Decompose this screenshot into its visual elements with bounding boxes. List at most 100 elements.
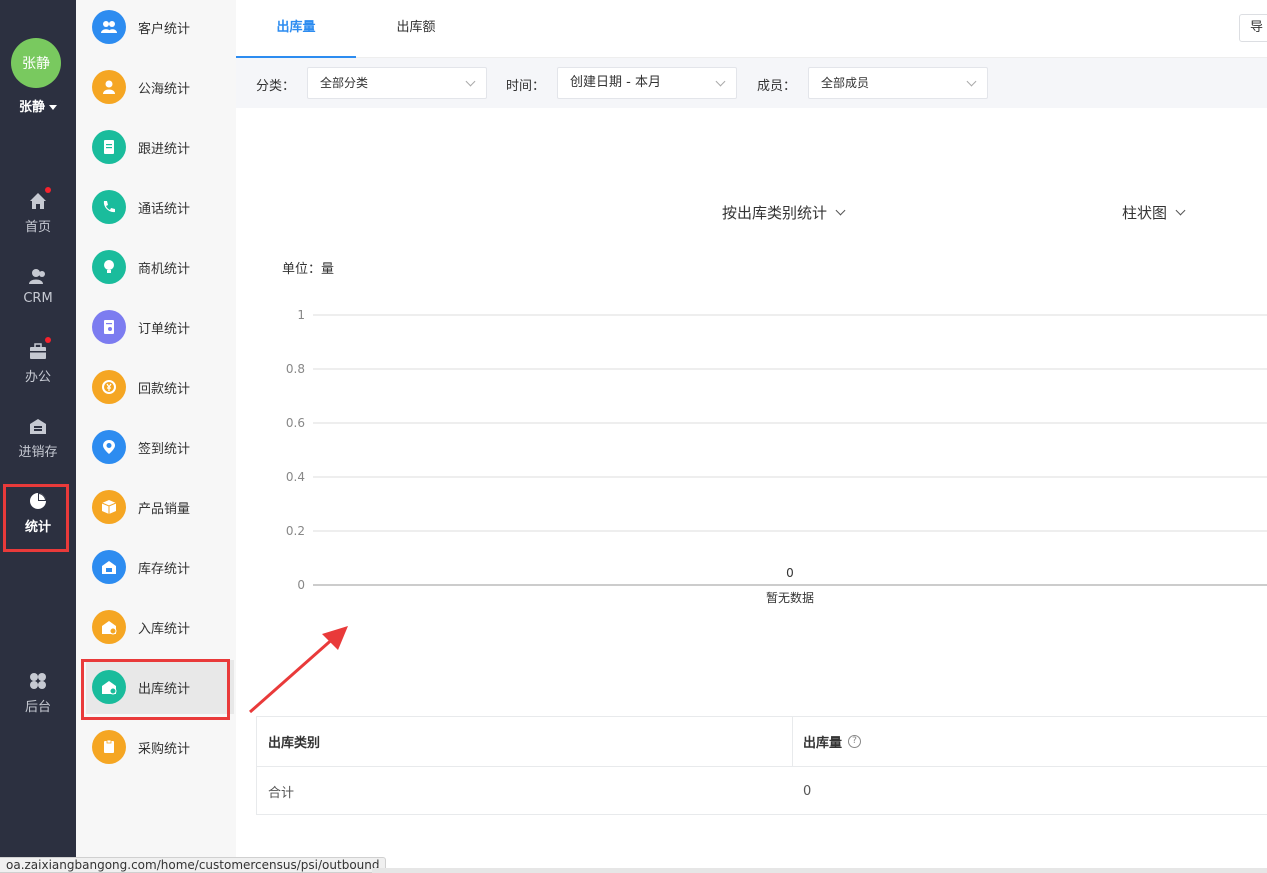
inbound-icon <box>92 610 126 644</box>
order-icon <box>92 310 126 344</box>
payment-icon <box>92 370 126 404</box>
main-content: 出库量 出库额 导 分类： 全部分类 时间： 创建日期 - 本月 成员： 全部成… <box>236 0 1267 873</box>
status-bar-url: oa.zaixiangbangong.com/home/customercens… <box>0 857 387 873</box>
rail-item-crm[interactable]: CRM <box>0 265 76 325</box>
unit-label: 单位：量 <box>282 262 335 277</box>
rail-label: 办公 <box>24 370 51 385</box>
table-header-row: 出库类别 出库量? <box>257 717 1267 767</box>
subnav-label: 签到统计 <box>138 441 191 457</box>
rail-label: 首页 <box>24 220 51 235</box>
home-icon <box>27 187 51 212</box>
tab-outbound-quantity[interactable]: 出库量 <box>236 0 356 58</box>
column-header-label: 出库量 <box>803 736 843 751</box>
subnav-label: 回款统计 <box>138 381 191 397</box>
avatar[interactable]: 张静 <box>11 38 61 88</box>
member-select-value: 全部成员 <box>821 76 870 90</box>
user-name: 张静 <box>18 100 45 115</box>
subnav-item-orders[interactable]: 订单统计 <box>86 300 234 354</box>
statistics-subnav: 客户统计 公海统计 跟进统计 通话统计 商机统计 订单统计 回款统计 签到统计 … <box>76 0 236 873</box>
caret-down-icon <box>49 105 57 110</box>
subnav-item-checkin[interactable]: 签到统计 <box>86 420 234 474</box>
rail-item-office[interactable]: 办公 <box>0 337 76 400</box>
subnav-label: 客户统计 <box>138 21 191 37</box>
subnav-label: 库存统计 <box>138 561 191 577</box>
warehouse-icon <box>27 415 49 437</box>
lightbulb-icon <box>92 250 126 284</box>
rail-label: 后台 <box>24 700 51 715</box>
phone-icon <box>92 190 126 224</box>
chevron-down-icon <box>1175 205 1186 216</box>
subnav-item-payment[interactable]: 回款统计 <box>86 360 234 414</box>
subnav-label: 入库统计 <box>138 621 191 637</box>
rail-label: 进销存 <box>18 445 58 460</box>
y-tick-label: 0.8 <box>286 362 305 376</box>
subnav-label: 公海统计 <box>138 81 191 97</box>
tab-outbound-amount[interactable]: 出库额 <box>356 0 476 58</box>
grid-icon <box>27 670 49 692</box>
y-tick-label: 0.4 <box>286 470 305 484</box>
highlight-box-statistics <box>3 484 69 552</box>
briefcase-icon <box>27 337 51 362</box>
user-menu[interactable]: 张静 <box>0 96 76 115</box>
y-tick-label: 0 <box>297 578 305 592</box>
subnav-label: 订单统计 <box>138 321 191 337</box>
subnav-label: 采购统计 <box>138 741 191 757</box>
subnav-item-public-pool[interactable]: 公海统计 <box>86 60 234 114</box>
rail-item-admin[interactable]: 后台 <box>0 670 76 730</box>
subnav-item-stock[interactable]: 库存统计 <box>86 540 234 594</box>
column-header-label: 出库类别 <box>268 736 321 751</box>
chevron-down-icon <box>465 76 476 87</box>
subnav-label: 商机统计 <box>138 261 191 277</box>
subnav-label: 通话统计 <box>138 201 191 217</box>
column-header: 出库量? <box>792 717 1267 766</box>
box-icon <box>92 490 126 524</box>
time-select-value: 创建日期 - 本月 <box>570 75 661 90</box>
subnav-label: 跟进统计 <box>138 141 191 157</box>
chevron-down-icon <box>835 205 846 216</box>
note-icon <box>92 130 126 164</box>
highlight-box-outbound <box>81 659 230 720</box>
member-filter-label: 成员： <box>757 79 797 94</box>
filter-bar: 分类： 全部分类 时间： 创建日期 - 本月 成员： 全部成员 <box>236 58 1267 108</box>
group-by-select[interactable]: 按出库类别统计 <box>722 202 846 223</box>
category-select-value: 全部分类 <box>320 76 369 90</box>
chart-type-select[interactable]: 柱状图 <box>1122 202 1186 223</box>
y-tick-label: 0.6 <box>286 416 305 430</box>
bar-value-label: 0 <box>786 566 794 580</box>
subnav-item-purchase[interactable]: 采购统计 <box>86 720 234 774</box>
subnav-item-inbound[interactable]: 入库统计 <box>86 600 234 654</box>
stock-icon <box>92 550 126 584</box>
member-select[interactable]: 全部成员 <box>808 67 988 99</box>
purchase-icon <box>92 730 126 764</box>
export-button[interactable]: 导 <box>1239 14 1267 42</box>
help-icon[interactable]: ? <box>848 735 862 748</box>
subnav-item-followup[interactable]: 跟进统计 <box>86 120 234 174</box>
subnav-item-customer[interactable]: 客户统计 <box>86 0 234 54</box>
subnav-item-opportunity[interactable]: 商机统计 <box>86 240 234 294</box>
tab-bar: 出库量 出库额 导 <box>236 0 1267 58</box>
annotation-arrow <box>249 626 348 714</box>
location-icon <box>92 430 126 464</box>
bar-chart: 1 0.8 0.6 0.4 0.2 0 0 暂无数据 <box>286 308 1267 605</box>
column-header: 出库类别 <box>257 717 792 766</box>
rail-item-home[interactable]: 首页 <box>0 187 76 250</box>
rail-label: CRM <box>23 291 53 306</box>
rail-item-inventory[interactable]: 进销存 <box>0 415 76 475</box>
person-icon <box>92 70 126 104</box>
table-cell: 0 <box>803 783 812 799</box>
notification-dot <box>45 337 51 343</box>
time-select[interactable]: 创建日期 - 本月 <box>557 67 737 99</box>
main-rail: 张静 张静 首页 CRM 办公 进销存 统计 后台 <box>0 0 76 873</box>
x-tick-label: 暂无数据 <box>766 590 814 605</box>
table-row: 合计 0 <box>257 767 1267 815</box>
category-select[interactable]: 全部分类 <box>307 67 487 99</box>
group-by-value: 按出库类别统计 <box>722 204 828 222</box>
subnav-item-product-sales[interactable]: 产品销量 <box>86 480 234 534</box>
stat-table: 出库类别 出库量? 合计 0 <box>256 716 1267 815</box>
chevron-down-icon <box>715 76 726 87</box>
horizontal-scrollbar[interactable] <box>372 868 1267 873</box>
y-tick-label: 0.2 <box>286 524 305 538</box>
time-filter-label: 时间： <box>506 79 546 94</box>
subnav-item-calls[interactable]: 通话统计 <box>86 180 234 234</box>
customers-icon <box>92 10 126 44</box>
